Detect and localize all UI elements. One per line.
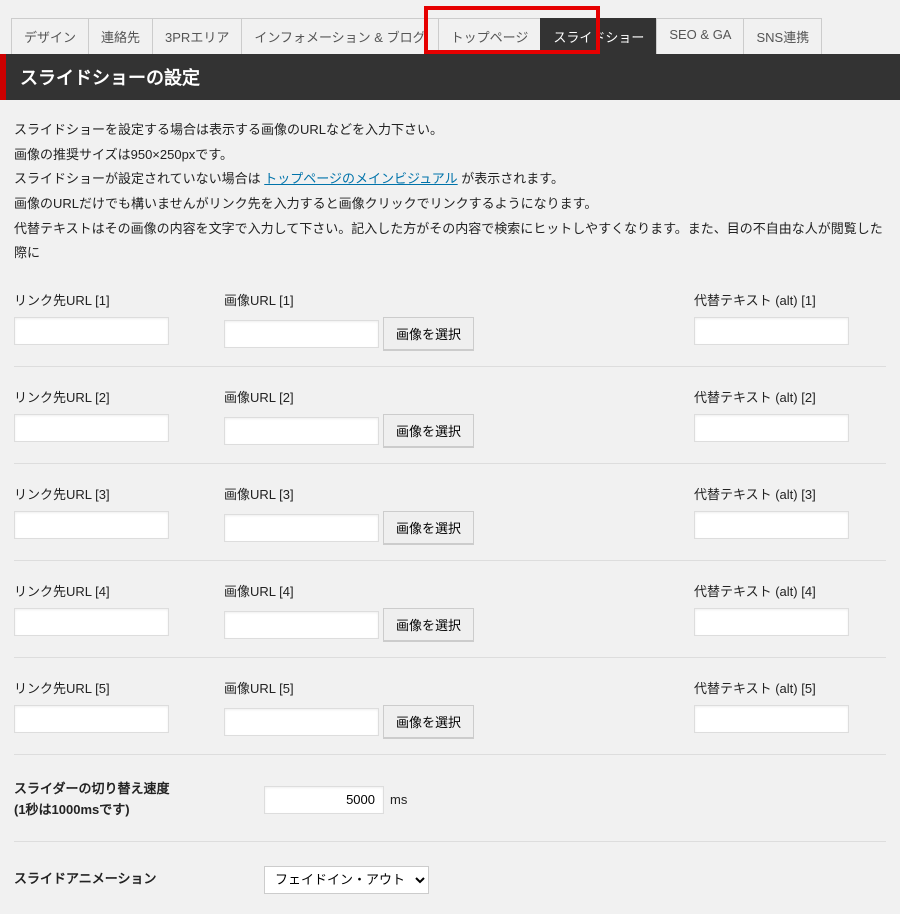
tab-bar: デザイン連絡先3PRエリアインフォメーション & ブログトップページスライドショ… xyxy=(0,0,900,54)
tab-0[interactable]: デザイン xyxy=(11,18,89,54)
select-image-button-1[interactable]: 画像を選択 xyxy=(383,317,474,350)
alt-text-label: 代替テキスト (alt) [5] xyxy=(694,678,886,697)
link-url-label: リンク先URL [5] xyxy=(14,678,224,697)
tab-4[interactable]: トップページ xyxy=(438,18,542,54)
alt-text-input-5[interactable] xyxy=(694,705,849,733)
tab-3[interactable]: インフォメーション & ブログ xyxy=(241,18,438,54)
main-visual-link[interactable]: トップページのメインビジュアル xyxy=(264,171,457,186)
tab-5[interactable]: スライドショー xyxy=(540,18,657,54)
image-url-label: 画像URL [4] xyxy=(224,581,694,600)
link-url-input-4[interactable] xyxy=(14,608,169,636)
slide-row-5: リンク先URL [5]画像URL [5] 画像を選択 代替テキスト (alt) [5… xyxy=(14,658,886,755)
image-url-input-2[interactable] xyxy=(224,417,379,445)
slider-speed-label: スライダーの切り替え速度 (1秒は1000msです) xyxy=(14,779,264,821)
desc-line-1: スライドショーを設定する場合は表示する画像のURLなどを入力下さい。 xyxy=(14,118,886,143)
alt-text-input-2[interactable] xyxy=(694,414,849,442)
alt-text-label: 代替テキスト (alt) [4] xyxy=(694,581,886,600)
image-url-input-4[interactable] xyxy=(224,611,379,639)
link-url-label: リンク先URL [3] xyxy=(14,484,224,503)
select-image-button-2[interactable]: 画像を選択 xyxy=(383,414,474,447)
animation-label: スライドアニメーション xyxy=(14,869,264,890)
section-title: スライドショーの設定 xyxy=(0,54,900,100)
slide-row-2: リンク先URL [2]画像URL [2] 画像を選択 代替テキスト (alt) [2… xyxy=(14,367,886,464)
desc-line-5: 代替テキストはその画像の内容を文字で入力して下さい。記入した方がその内容で検索に… xyxy=(14,217,886,266)
image-url-input-5[interactable] xyxy=(224,708,379,736)
select-image-button-4[interactable]: 画像を選択 xyxy=(383,608,474,641)
image-url-input-3[interactable] xyxy=(224,514,379,542)
description-block: スライドショーを設定する場合は表示する画像のURLなどを入力下さい。 画像の推奨… xyxy=(0,100,900,270)
tab-6[interactable]: SEO & GA xyxy=(656,18,744,54)
desc-line-2: 画像の推奨サイズは950×250pxです。 xyxy=(14,143,886,168)
link-url-input-5[interactable] xyxy=(14,705,169,733)
desc-line-3: スライドショーが設定されていない場合は トップページのメインビジュアル が表示さ… xyxy=(14,167,886,192)
alt-text-label: 代替テキスト (alt) [2] xyxy=(694,387,886,406)
link-url-input-2[interactable] xyxy=(14,414,169,442)
select-image-button-3[interactable]: 画像を選択 xyxy=(383,511,474,544)
slide-row-4: リンク先URL [4]画像URL [4] 画像を選択 代替テキスト (alt) [4… xyxy=(14,561,886,658)
alt-text-input-4[interactable] xyxy=(694,608,849,636)
link-url-label: リンク先URL [1] xyxy=(14,290,224,309)
alt-text-label: 代替テキスト (alt) [3] xyxy=(694,484,886,503)
link-url-input-1[interactable] xyxy=(14,317,169,345)
image-url-label: 画像URL [2] xyxy=(224,387,694,406)
select-image-button-5[interactable]: 画像を選択 xyxy=(383,705,474,738)
slide-row-3: リンク先URL [3]画像URL [3] 画像を選択 代替テキスト (alt) [3… xyxy=(14,464,886,561)
link-url-label: リンク先URL [4] xyxy=(14,581,224,600)
desc-line-4: 画像のURLだけでも構いませんがリンク先を入力すると画像クリックでリンクするよう… xyxy=(14,192,886,217)
animation-select[interactable]: フェイドイン・アウト xyxy=(264,866,429,894)
link-url-input-3[interactable] xyxy=(14,511,169,539)
tab-2[interactable]: 3PRエリア xyxy=(152,18,242,54)
image-url-label: 画像URL [3] xyxy=(224,484,694,503)
tab-7[interactable]: SNS連携 xyxy=(743,18,822,54)
alt-text-input-1[interactable] xyxy=(694,317,849,345)
slide-row-1: リンク先URL [1]画像URL [1] 画像を選択 代替テキスト (alt) [1… xyxy=(14,270,886,367)
image-url-label: 画像URL [5] xyxy=(224,678,694,697)
link-url-label: リンク先URL [2] xyxy=(14,387,224,406)
tab-1[interactable]: 連絡先 xyxy=(88,18,153,54)
slider-speed-unit: ms xyxy=(390,792,407,807)
slider-speed-input[interactable] xyxy=(264,786,384,814)
image-url-input-1[interactable] xyxy=(224,320,379,348)
alt-text-input-3[interactable] xyxy=(694,511,849,539)
alt-text-label: 代替テキスト (alt) [1] xyxy=(694,290,886,309)
image-url-label: 画像URL [1] xyxy=(224,290,694,309)
